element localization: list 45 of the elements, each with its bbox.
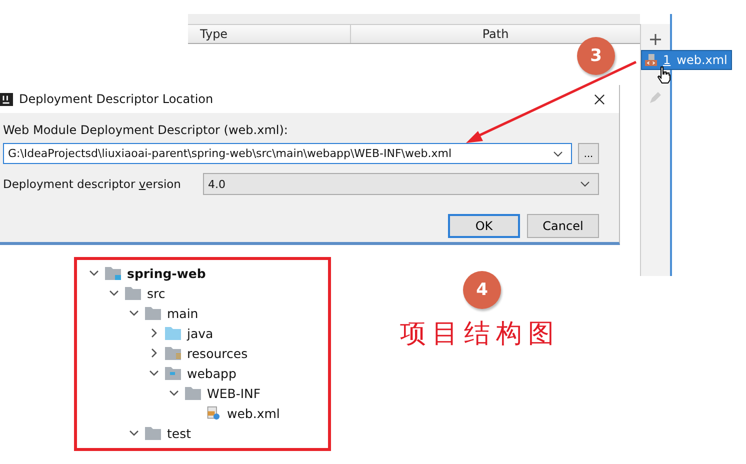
folder-icon [165, 346, 181, 360]
folder-icon [165, 326, 181, 340]
browse-button[interactable]: ... [578, 143, 599, 164]
collapse-icon[interactable] [89, 268, 99, 278]
folder-icon [125, 286, 141, 300]
collapse-icon[interactable] [149, 368, 159, 378]
tree-item[interactable]: spring-web [127, 266, 206, 280]
version-dropdown[interactable]: 4.0 [202, 173, 599, 195]
column-header: Type [188, 25, 351, 43]
tree-item[interactable]: main [167, 306, 198, 320]
xml-file-icon [205, 406, 221, 420]
collapse-icon[interactable] [169, 388, 179, 398]
close-icon[interactable] [594, 94, 605, 104]
list-item[interactable]: 1 web.xml [641, 50, 732, 70]
hand-cursor-icon [657, 66, 671, 84]
collapse-icon[interactable] [129, 308, 139, 318]
caption: 项目结构图 [400, 318, 560, 351]
dropdown-icon [580, 181, 590, 187]
tree-item[interactable]: webapp [187, 366, 236, 380]
dialog-title: Deployment Descriptor Location [19, 92, 214, 106]
field-label: Web Module Deployment Descriptor (web.xml): [3, 123, 289, 137]
xml-file-icon [645, 54, 657, 66]
folder-icon [145, 426, 161, 440]
collapse-icon[interactable] [109, 288, 119, 298]
ok-button[interactable]: OK [448, 214, 520, 238]
column-header: Path [481, 26, 510, 43]
folder-icon [145, 306, 161, 320]
tree-item[interactable]: WEB-INF [207, 386, 261, 400]
expand-icon[interactable] [149, 348, 159, 358]
folder-icon [105, 266, 121, 280]
path-combo-field[interactable]: G:\IdeaProjectsd\liuxiaoai-parent\spring-web\src\main\webapp\WEB-INF\web.xml [3, 143, 572, 164]
add-icon[interactable] [650, 34, 661, 45]
dropdown-icon [553, 150, 564, 156]
tree-item[interactable]: resources [187, 346, 248, 360]
tree-item[interactable]: src [147, 286, 166, 300]
cancel-button[interactable]: Cancel [527, 214, 599, 238]
expand-icon[interactable] [149, 328, 159, 338]
tree-item[interactable]: java [187, 326, 214, 340]
tree-item[interactable]: web.xml [227, 406, 280, 420]
step-badge: 4 [463, 271, 501, 309]
folder-icon [185, 386, 201, 400]
collapse-icon[interactable] [129, 428, 139, 438]
field-label: Deployment descriptor version [3, 177, 182, 191]
tree-item[interactable]: test [167, 426, 192, 440]
folder-icon [165, 366, 181, 380]
